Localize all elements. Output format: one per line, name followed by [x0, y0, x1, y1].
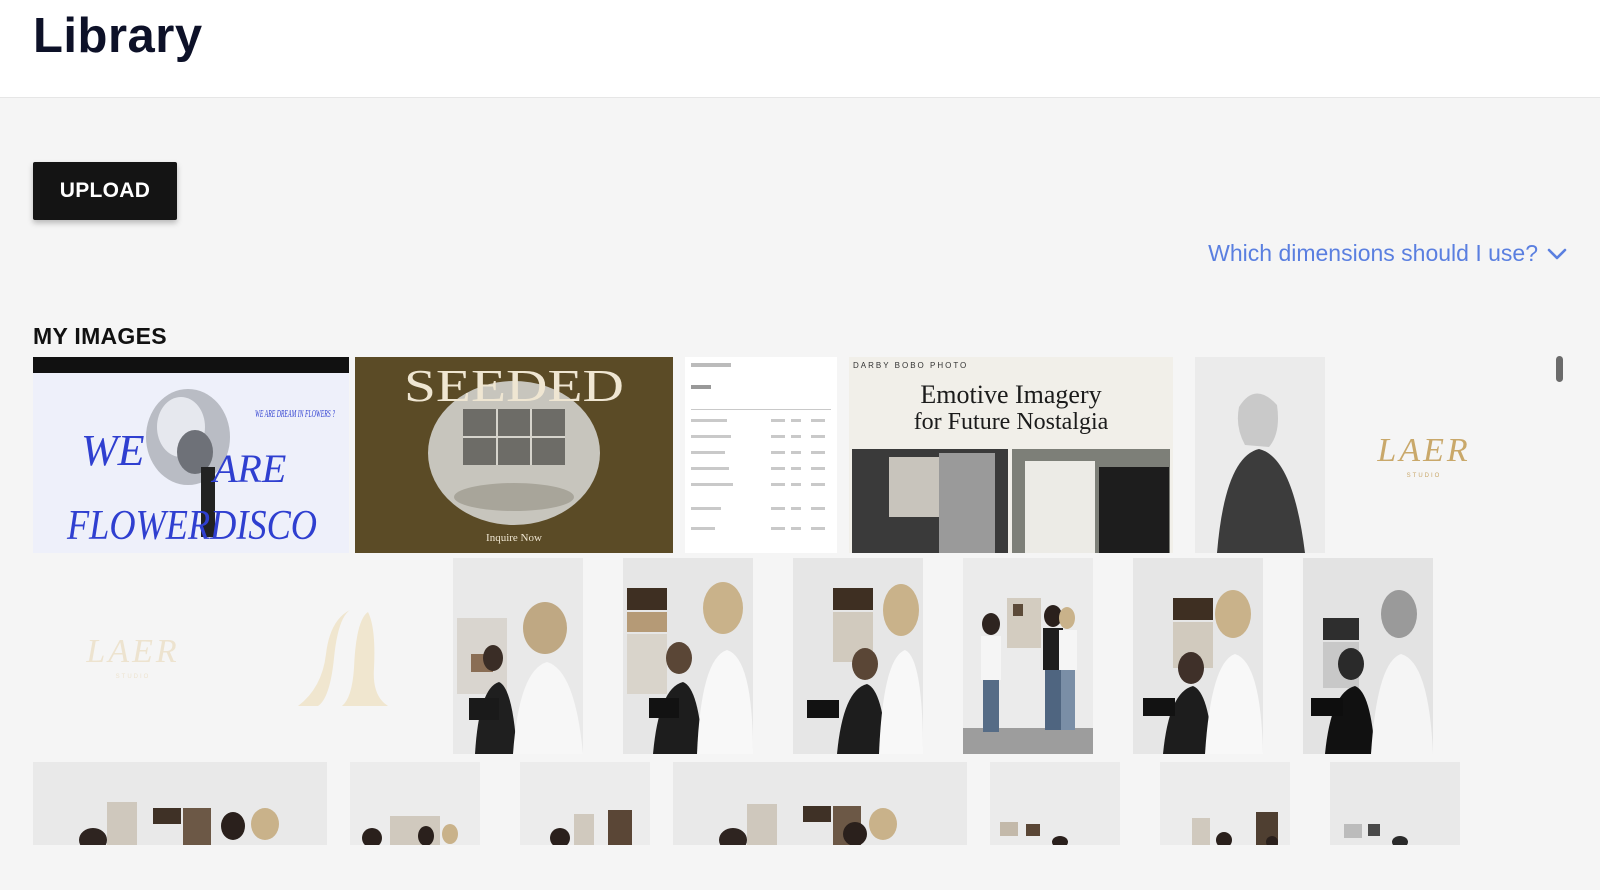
- image-tile-photo-12[interactable]: [1160, 762, 1290, 845]
- image-tile-darby[interactable]: DARBY BOBO PHOTO Emotive Imagery for Fut…: [849, 357, 1173, 553]
- image-tile-photo-8[interactable]: [350, 762, 480, 845]
- photo-5-thumbnail: [1133, 558, 1263, 754]
- image-tile-photo-2[interactable]: [623, 558, 753, 754]
- photo-6-thumbnail: [1303, 558, 1433, 754]
- monogram-thumbnail: [298, 610, 388, 706]
- image-tile-photo-7[interactable]: [33, 762, 327, 845]
- page-title: Library: [33, 9, 203, 63]
- chevron-down-icon: [1547, 248, 1567, 259]
- darby-headline-1: Emotive Imagery: [920, 380, 1101, 409]
- image-tile-photo-4[interactable]: [963, 558, 1093, 754]
- upload-button[interactable]: UPLOAD: [33, 162, 177, 220]
- laer-logo-text: LAER: [1376, 432, 1470, 469]
- image-tile-photo-13[interactable]: [1330, 762, 1460, 845]
- document-thumbnail: [685, 357, 837, 553]
- image-tile-laer-logo[interactable]: LAER STUDIO: [1330, 357, 1515, 553]
- photo-1-thumbnail: [453, 558, 583, 754]
- darby-thumbnail: DARBY BOBO PHOTO Emotive Imagery for Fut…: [849, 357, 1173, 553]
- image-grid: WE ARE FLOWERDISCO WE ARE DREAM IN FLOWE…: [0, 355, 1600, 845]
- photo-10-thumbnail: [673, 762, 967, 845]
- photo-4-thumbnail: [963, 558, 1093, 754]
- flowerdisco-name: FLOWERDISCO: [66, 503, 317, 549]
- dimensions-help-link[interactable]: Which dimensions should I use?: [1208, 240, 1568, 267]
- image-tile-flowerdisco[interactable]: WE ARE FLOWERDISCO WE ARE DREAM IN FLOWE…: [33, 357, 349, 553]
- flowerdisco-are: ARE: [210, 446, 286, 491]
- photo-9-thumbnail: [520, 762, 650, 845]
- image-tile-laer-faded[interactable]: LAER STUDIO: [33, 558, 233, 754]
- seeded-title: SEEDED: [404, 360, 624, 411]
- photo-2-thumbnail: [623, 558, 753, 754]
- flowerdisco-we: WE: [81, 426, 145, 475]
- darby-brand: DARBY BOBO PHOTO: [853, 361, 968, 370]
- photo-12-thumbnail: [1160, 762, 1290, 845]
- image-tile-monogram[interactable]: [238, 558, 448, 754]
- portrait-thumbnail: [1195, 357, 1325, 553]
- photo-3-thumbnail: [793, 558, 923, 754]
- image-tile-photo-6[interactable]: [1303, 558, 1433, 754]
- flowerdisco-thumbnail: WE ARE FLOWERDISCO WE ARE DREAM IN FLOWE…: [33, 357, 349, 553]
- image-tile-seeded[interactable]: SEEDED Inquire Now: [355, 357, 673, 553]
- photo-13-thumbnail: [1330, 762, 1460, 845]
- photo-11-thumbnail: [990, 762, 1120, 845]
- laer-logo-thumbnail: LAER STUDIO: [1376, 432, 1470, 479]
- my-images-heading: MY IMAGES: [33, 323, 167, 349]
- laer-faded-text: LAER: [85, 633, 179, 670]
- seeded-caption: Inquire Now: [486, 532, 542, 544]
- darby-headline-2: for Future Nostalgia: [914, 409, 1109, 435]
- image-tile-photo-3[interactable]: [793, 558, 923, 754]
- laer-faded-sub: STUDIO: [116, 674, 151, 680]
- seeded-thumbnail: SEEDED Inquire Now: [355, 357, 673, 553]
- image-tile-document[interactable]: [685, 357, 837, 553]
- image-tile-photo-9[interactable]: [520, 762, 650, 845]
- header: Library: [0, 0, 1600, 98]
- laer-logo-sub: STUDIO: [1407, 473, 1442, 479]
- image-tile-photo-11[interactable]: [990, 762, 1120, 845]
- image-tile-portrait[interactable]: [1195, 357, 1325, 553]
- flowerdisco-tag: WE ARE DREAM IN FLOWERS ?: [255, 408, 335, 420]
- photo-7-thumbnail: [33, 762, 327, 845]
- image-tile-photo-10[interactable]: [673, 762, 967, 845]
- laer-faded-thumbnail: LAER STUDIO: [85, 633, 179, 680]
- dimensions-help-label: Which dimensions should I use?: [1208, 240, 1538, 266]
- photo-8-thumbnail: [350, 762, 480, 845]
- image-tile-photo-5[interactable]: [1133, 558, 1263, 754]
- image-tile-photo-1[interactable]: [453, 558, 583, 754]
